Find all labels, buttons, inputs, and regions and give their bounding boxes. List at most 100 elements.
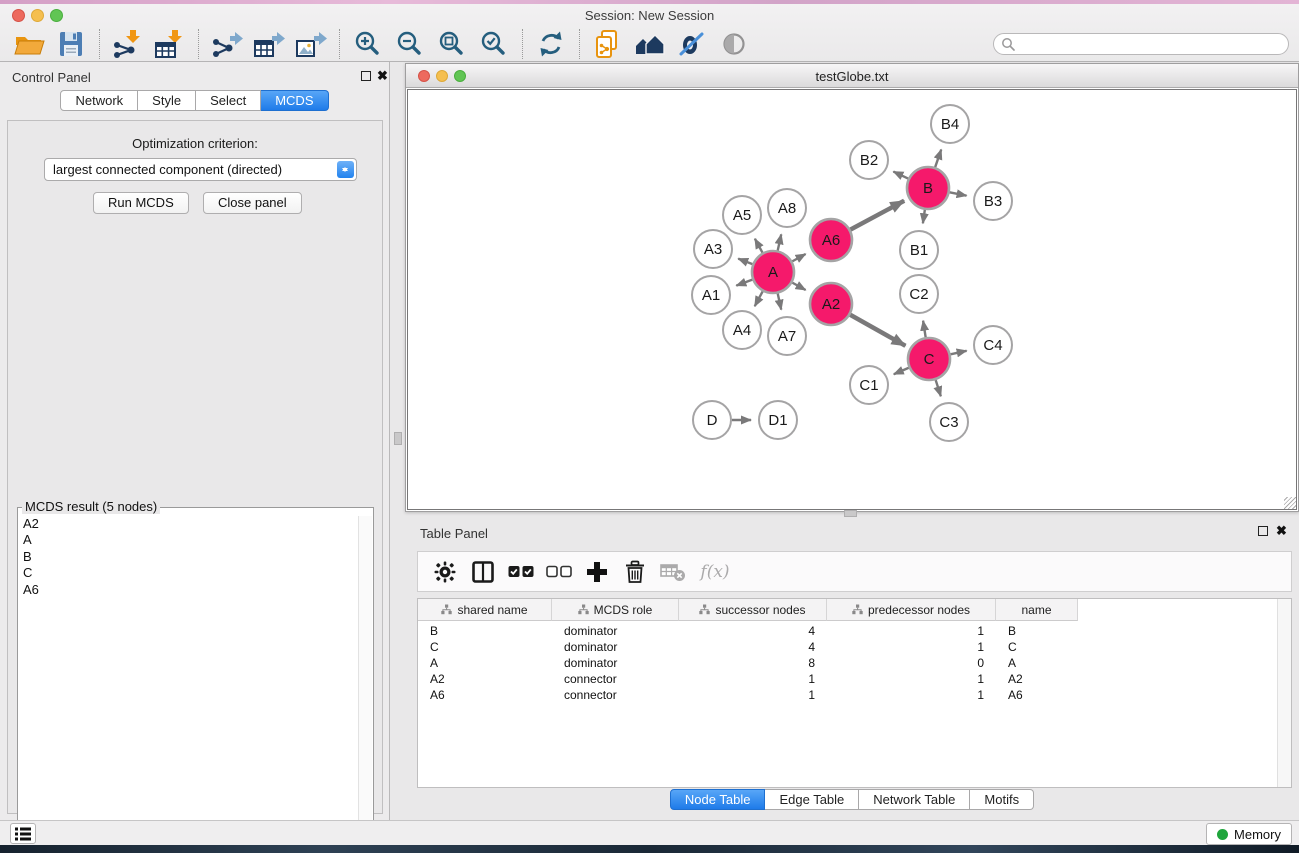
table-row[interactable]: A6connector11A6 xyxy=(418,687,1277,703)
divider-handle-left[interactable] xyxy=(394,432,402,445)
zoom-fit-button[interactable] xyxy=(431,28,473,60)
fx-icon: f(x) xyxy=(700,562,729,582)
add-column-button[interactable] xyxy=(578,556,616,588)
save-session-button[interactable] xyxy=(50,28,92,60)
table-close-icon[interactable]: ✖ xyxy=(1276,523,1287,539)
window-title: Session: New Session xyxy=(0,8,1299,23)
close-panel-icon[interactable]: ✖ xyxy=(377,68,388,84)
divider-handle-bottom[interactable] xyxy=(844,510,857,517)
column-type-icon xyxy=(699,604,710,615)
table-options-button[interactable] xyxy=(426,556,464,588)
column-header-label: name xyxy=(1021,603,1051,617)
close-panel-button[interactable]: Close panel xyxy=(203,192,302,214)
mcds-result-item[interactable]: A xyxy=(19,532,358,548)
column-header-MCDS-role[interactable]: MCDS role xyxy=(552,599,679,621)
tab-edge-table[interactable]: Edge Table xyxy=(765,789,859,810)
refresh-icon xyxy=(535,29,567,59)
table-panel-tabs: Node TableEdge TableNetwork TableMotifs xyxy=(405,789,1299,810)
tab-motifs[interactable]: Motifs xyxy=(970,789,1034,810)
column-header-name[interactable]: name xyxy=(996,599,1078,621)
mcds-result-item[interactable]: A6 xyxy=(19,582,358,598)
import-network-button[interactable] xyxy=(107,28,149,60)
network-canvas[interactable]: ABCA2A6A1A3A4A5A7A8B1B2B3B4C1C2C3C4DD1 xyxy=(407,89,1297,510)
open-session-button[interactable] xyxy=(8,28,50,60)
control-panel-header: Control Panel ✖ xyxy=(0,62,389,88)
mcds-result-scrollbar[interactable] xyxy=(358,516,372,842)
hide-labels-icon xyxy=(677,29,707,59)
export-image-icon xyxy=(294,29,328,59)
unselect-all-columns-button[interactable] xyxy=(540,556,578,588)
control-panel: Control Panel ✖ NetworkStyleSelectMCDS O… xyxy=(0,62,390,820)
hide-labels-button[interactable] xyxy=(671,28,713,60)
zoom-selected-button[interactable] xyxy=(473,28,515,60)
table-cell: 4 xyxy=(679,639,827,655)
tab-select[interactable]: Select xyxy=(196,90,261,111)
network-window-title: testGlobe.txt xyxy=(406,69,1298,84)
columns-icon xyxy=(471,560,495,584)
import-table-button[interactable] xyxy=(149,28,191,60)
table-cell: C xyxy=(996,639,1078,655)
table-cell: B xyxy=(996,623,1078,639)
tab-style[interactable]: Style xyxy=(138,90,196,111)
home-button[interactable] xyxy=(629,28,671,60)
window-resize-grip[interactable] xyxy=(1284,497,1296,509)
network-window-titlebar[interactable]: testGlobe.txt xyxy=(406,64,1298,88)
delete-columns-button[interactable] xyxy=(616,556,654,588)
edge-A-A6 xyxy=(792,254,805,261)
export-image-button[interactable] xyxy=(290,28,332,60)
table-float-icon[interactable] xyxy=(1258,526,1268,536)
node-table: shared nameMCDS rolesuccessor nodesprede… xyxy=(417,598,1292,788)
toolbar-separator xyxy=(522,29,523,59)
status-bar: Memory xyxy=(0,820,1299,845)
mcds-result-item[interactable]: B xyxy=(19,549,358,565)
column-header-successor-nodes[interactable]: successor nodes xyxy=(679,599,827,621)
show-details-button[interactable] xyxy=(713,28,755,60)
function-builder-button[interactable]: f(x) xyxy=(692,556,738,588)
table-scrollbar[interactable] xyxy=(1277,599,1291,787)
table-row[interactable]: Adominator80A xyxy=(418,655,1277,671)
table-cell: connector xyxy=(552,671,679,687)
run-mcds-button[interactable]: Run MCDS xyxy=(93,192,189,214)
tab-mcds[interactable]: MCDS xyxy=(261,90,328,111)
clone-network-button[interactable] xyxy=(587,28,629,60)
criterion-select[interactable]: largest connected component (directed) xyxy=(44,158,357,181)
float-panel-icon[interactable] xyxy=(361,71,371,81)
toolbar-separator xyxy=(339,29,340,59)
show-columns-button[interactable] xyxy=(464,556,502,588)
table-row[interactable]: Bdominator41B xyxy=(418,623,1277,639)
unchecked-boxes-icon xyxy=(546,565,572,579)
column-type-icon xyxy=(852,604,863,615)
table-row[interactable]: Cdominator41C xyxy=(418,639,1277,655)
zoom-in-button[interactable] xyxy=(347,28,389,60)
delete-table-button[interactable] xyxy=(654,556,692,588)
column-header-shared-name[interactable]: shared name xyxy=(418,599,552,621)
home-icon xyxy=(633,29,667,59)
edge-A-A2 xyxy=(792,283,805,290)
edge-A2-C xyxy=(850,315,905,346)
tab-network-table[interactable]: Network Table xyxy=(859,789,970,810)
search-input[interactable] xyxy=(993,33,1289,55)
table-cell: A2 xyxy=(418,671,552,687)
table-body: Bdominator41BCdominator41CAdominator80AA… xyxy=(418,621,1277,787)
edge-A-A8 xyxy=(778,234,782,250)
node-label-A5: A5 xyxy=(733,207,751,224)
export-table-button[interactable] xyxy=(248,28,290,60)
tab-network[interactable]: Network xyxy=(60,90,138,111)
zoom-out-button[interactable] xyxy=(389,28,431,60)
table-row[interactable]: A2connector11A2 xyxy=(418,671,1277,687)
memory-button[interactable]: Memory xyxy=(1206,823,1292,845)
main-titlebar: Session: New Session xyxy=(0,4,1299,25)
refresh-layout-button[interactable] xyxy=(530,28,572,60)
memory-status-icon xyxy=(1217,829,1228,840)
mcds-result-item[interactable]: C xyxy=(19,565,358,581)
select-all-columns-button[interactable] xyxy=(502,556,540,588)
import-network-icon xyxy=(111,29,145,59)
table-cell: 1 xyxy=(679,671,827,687)
edge-C-C1 xyxy=(894,368,909,375)
mcds-result-item[interactable]: A2 xyxy=(19,516,358,532)
edge-B-B3 xyxy=(950,192,967,195)
task-history-button[interactable] xyxy=(10,823,36,844)
tab-node-table[interactable]: Node Table xyxy=(670,789,766,810)
column-header-predecessor-nodes[interactable]: predecessor nodes xyxy=(827,599,996,621)
export-network-button[interactable] xyxy=(206,28,248,60)
